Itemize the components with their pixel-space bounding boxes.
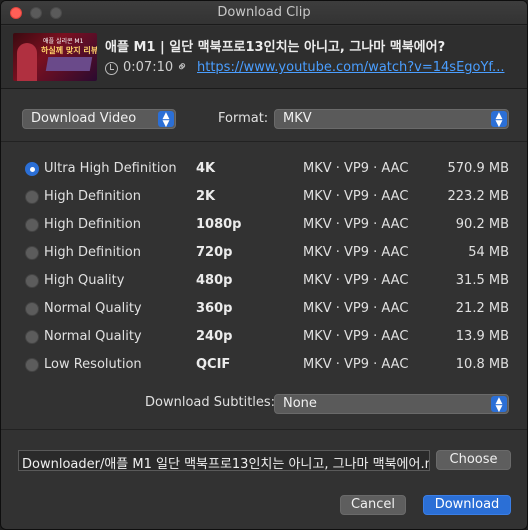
quality-file-size: 570.9 MB [447,161,509,176]
video-title: 애플 M1 | 일단 맥북프로13인치는 아니고, 그나마 맥북에어? [105,40,446,55]
video-url-link[interactable]: https://www.youtube.com/watch?v=14sEgoYf… [197,60,504,75]
quality-row[interactable]: Low Resolution QCIF MKV · VP9 · AAC 10.8 MB [1,351,527,379]
quality-resolution: 720p [196,245,233,260]
thumbnail-laptop-shape [45,57,93,71]
quality-resolution: 1080p [196,217,242,232]
quality-name: High Definition [44,217,141,232]
quality-radio[interactable] [25,358,39,372]
thumbnail-caption-1: 애플 실리콘 M1 [43,38,84,45]
quality-codec: MKV · VP9 · AAC [303,189,409,204]
quality-codec: MKV · VP9 · AAC [303,217,409,232]
quality-radio[interactable] [25,330,39,344]
video-thumbnail: 애플 실리콘 M1 하실께 맞지 리뷰합니다 [13,33,97,81]
quality-file-size: 223.2 MB [447,189,509,204]
quality-name: Ultra High Definition [44,161,177,176]
quality-row[interactable]: High Definition 1080p MKV · VP9 · AAC 90.2 … [1,211,527,239]
chevron-updown-icon: ▲ ▼ [158,111,174,129]
quality-file-size: 31.5 MB [455,273,509,288]
quality-resolution: 240p [196,329,233,344]
download-clip-window: Download Clip 애플 실리콘 M1 하실께 맞지 리뷰합니다 애플 … [0,0,528,530]
subtitles-select[interactable]: None ▲ ▼ [274,394,509,414]
format-select[interactable]: MKV ▲ ▼ [274,109,509,129]
quality-radio[interactable] [25,302,39,316]
video-duration: 0:07:10 [123,60,174,75]
quality-file-size: 54 MB [468,245,509,260]
download-mode-select[interactable]: Download Video ▲ ▼ [22,109,176,129]
clock-icon [105,62,118,75]
quality-resolution: 2K [196,189,216,204]
divider [1,429,527,430]
cancel-button[interactable]: Cancel [340,495,406,515]
quality-codec: MKV · VP9 · AAC [303,301,409,316]
quality-row[interactable]: Normal Quality 360p MKV · VP9 · AAC 21.2 MB [1,295,527,323]
format-value: MKV [283,111,312,126]
subtitles-value: None [283,396,317,411]
subtitles-label: Download Subtitles: [145,395,276,410]
quality-file-size: 21.2 MB [455,301,509,316]
quality-name: Normal Quality [44,301,142,316]
chevron-updown-icon: ▲ ▼ [491,396,507,414]
quality-resolution: 480p [196,273,233,288]
quality-row[interactable]: High Definition 2K MKV · VP9 · AAC 223.2 MB [1,183,527,211]
download-button[interactable]: Download [423,495,511,515]
download-mode-value: Download Video [31,111,137,126]
quality-radio[interactable] [25,246,39,260]
quality-row[interactable]: Normal Quality 240p MKV · VP9 · AAC 13.9 MB [1,323,527,351]
quality-file-size: 10.8 MB [455,357,509,372]
quality-resolution: QCIF [196,357,231,372]
quality-row[interactable]: High Quality 480p MKV · VP9 · AAC 31.5 MB [1,267,527,295]
quality-resolution: 360p [196,301,233,316]
quality-name: High Definition [44,245,141,260]
choose-button[interactable]: Choose [436,450,511,470]
quality-name: Normal Quality [44,329,142,344]
divider [1,141,527,142]
title-bar: Download Clip [1,1,527,25]
format-label: Format: [218,111,269,126]
quality-file-size: 90.2 MB [455,217,509,232]
quality-file-size: 13.9 MB [455,329,509,344]
quality-codec: MKV · VP9 · AAC [303,357,409,372]
output-path-field[interactable]: Downloader/애플 M1 일단 맥북프로13인치는 아니고, 그나마 맥… [18,450,430,471]
quality-row[interactable]: Ultra High Definition 4K MKV · VP9 · AAC 57… [1,155,527,183]
quality-codec: MKV · VP9 · AAC [303,245,409,260]
quality-codec: MKV · VP9 · AAC [303,161,409,176]
quality-resolution: 4K [196,161,216,176]
quality-name: Low Resolution [44,357,142,372]
thumbnail-person-shape [17,43,37,81]
quality-codec: MKV · VP9 · AAC [303,329,409,344]
quality-name: High Definition [44,189,141,204]
quality-radio[interactable] [25,274,39,288]
quality-radio[interactable] [25,218,39,232]
quality-name: High Quality [44,273,125,288]
window-title: Download Clip [217,5,311,20]
quality-radio[interactable] [25,162,39,176]
quality-codec: MKV · VP9 · AAC [303,273,409,288]
thumbnail-caption-2: 하실께 맞지 리뷰합니다 [41,46,97,55]
quality-radio[interactable] [25,190,39,204]
quality-row[interactable]: High Definition 720p MKV · VP9 · AAC 54 MB [1,239,527,267]
chevron-updown-icon: ▲ ▼ [491,111,507,129]
